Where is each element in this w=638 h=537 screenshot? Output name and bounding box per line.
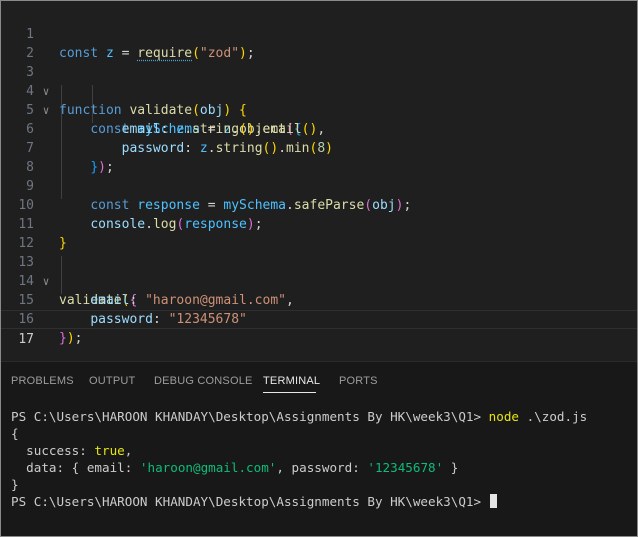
line-number: 17 — [18, 332, 34, 347]
terminal-prompt: PS C:\Users\HAROON KHANDAY\Desktop\Assig… — [11, 409, 489, 424]
code-line[interactable]: 4 ∨ const mySchema = z.object({ — [1, 63, 637, 137]
code-line[interactable]: 1 const z = require("zod"); — [1, 6, 637, 61]
bottom-panel: PROBLEMS OUTPUT DEBUG CONSOLE TERMINAL P… — [1, 361, 637, 536]
code-line[interactable]: 16 }); — [1, 291, 637, 346]
tab-output[interactable]: OUTPUT — [89, 375, 135, 387]
code-line[interactable]: 12 — [1, 215, 637, 251]
code-line[interactable]: 14 email: "haroon@gmail.com", — [1, 253, 637, 308]
output-punct: } — [443, 460, 459, 475]
output-string: 'haroon@gmail.com' — [139, 460, 277, 475]
tab-ports[interactable]: PORTS — [339, 375, 378, 387]
terminal-line: PS C:\Users\HAROON KHANDAY\Desktop\Assig… — [11, 493, 631, 510]
output-key: data: { email: — [11, 460, 140, 475]
output-string: '12345678' — [367, 460, 444, 475]
terminal-output[interactable]: PS C:\Users\HAROON KHANDAY\Desktop\Assig… — [11, 408, 631, 510]
active-tab-indicator — [263, 392, 316, 393]
panel-tabs: PROBLEMS OUTPUT DEBUG CONSOLE TERMINAL P… — [1, 362, 637, 400]
current-code-line[interactable]: 17 — [1, 310, 637, 347]
code-line[interactable]: 11 } — [1, 196, 637, 251]
output-key: success: — [11, 443, 95, 458]
terminal-cursor — [489, 494, 497, 508]
terminal-command: node — [488, 409, 520, 424]
code-line[interactable]: 7 }); — [1, 120, 637, 175]
code-line[interactable]: 15 password: "12345678" — [1, 272, 637, 327]
terminal-line: data: { email: 'haroon@gmail.com', passw… — [11, 459, 631, 476]
tab-problems[interactable]: PROBLEMS — [11, 375, 74, 387]
code-line[interactable]: 13 ∨ validate({ — [1, 234, 637, 308]
code-line[interactable]: 3 ∨ function validate(obj) { — [1, 44, 637, 118]
tab-debug-console[interactable]: DEBUG CONSOLE — [154, 375, 253, 387]
code-line[interactable]: 6 password: z.string().min(8) — [1, 101, 637, 156]
code-line[interactable]: 5 email: z.string().email(), — [1, 82, 637, 137]
code-line[interactable]: 9 const response = mySchema.safeParse(ob… — [1, 158, 637, 213]
code-line[interactable]: 10 console.log(response); — [1, 177, 637, 232]
code-line[interactable]: 2 — [1, 25, 637, 61]
output-key: , password: — [276, 460, 368, 475]
vscode-window: 1 const z = require("zod"); 2 3 ∨ functi… — [0, 0, 638, 537]
terminal-command-arg: .\zod.js — [519, 409, 588, 424]
tab-terminal[interactable]: TERMINAL — [263, 375, 320, 387]
terminal-line: } — [11, 477, 19, 492]
code-editor[interactable]: 1 const z = require("zod"); 2 3 ∨ functi… — [1, 1, 637, 361]
terminal-prompt: PS C:\Users\HAROON KHANDAY\Desktop\Assig… — [11, 494, 489, 509]
terminal-line: { — [11, 426, 19, 441]
output-boolean: true — [94, 443, 125, 458]
code-line[interactable]: 8 — [1, 139, 637, 175]
terminal-line: PS C:\Users\HAROON KHANDAY\Desktop\Assig… — [11, 408, 631, 425]
terminal-line: success: true, — [11, 443, 133, 458]
